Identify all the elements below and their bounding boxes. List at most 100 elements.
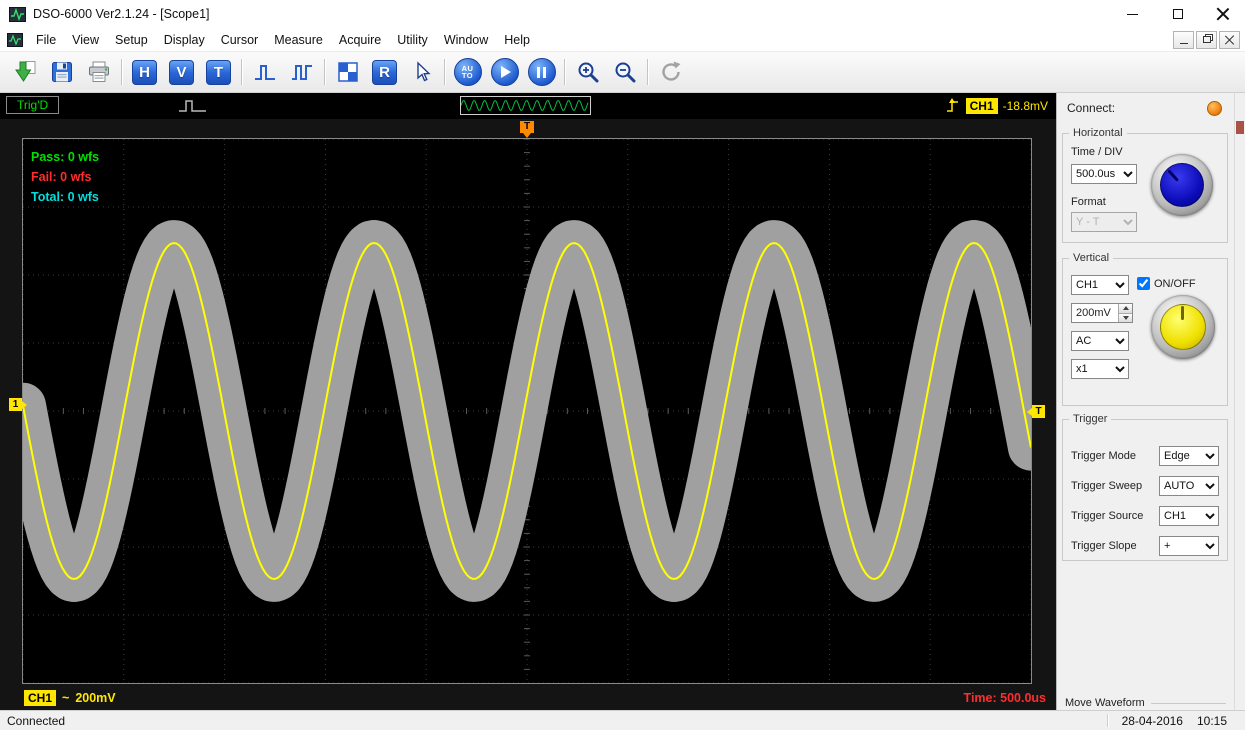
trigger-level-marker[interactable]: T: [1032, 405, 1045, 418]
menu-acquire[interactable]: Acquire: [331, 30, 389, 50]
volts-div-spinner[interactable]: 200mV: [1071, 303, 1133, 323]
run-button[interactable]: [486, 55, 523, 89]
trigger-source-label: Trigger Source: [1071, 510, 1143, 522]
trigger-group-title: Trigger: [1069, 413, 1111, 425]
time-div-select[interactable]: 500.0us: [1071, 164, 1137, 184]
trigger-status-badge: Trig'D: [6, 96, 59, 114]
vertical-setup-button[interactable]: V: [163, 55, 200, 89]
channel-onoff-checkbox[interactable]: [1137, 277, 1150, 290]
format-label: Format: [1071, 196, 1106, 208]
volts-div-value: 200mV: [1072, 304, 1118, 322]
maximize-icon: [1173, 9, 1183, 19]
channel-select[interactable]: CH1: [1071, 275, 1129, 295]
record-button[interactable]: R: [366, 55, 403, 89]
pause-button[interactable]: [523, 55, 560, 89]
cursor-measure-button[interactable]: [403, 55, 440, 89]
zoom-in-icon: [575, 59, 601, 85]
channel1-position-marker[interactable]: 1: [9, 398, 22, 411]
menu-display[interactable]: Display: [156, 30, 213, 50]
trigger-setup-icon: T: [206, 60, 231, 85]
trigger-group: Trigger Trigger Mode Edge Trigger Sweep …: [1062, 419, 1228, 561]
autoset-icon: AUTO: [454, 58, 482, 86]
spinner-up-button[interactable]: [1119, 304, 1132, 314]
mdi-restore-button[interactable]: [1196, 31, 1217, 49]
workspace: Trig'D CH1 -18.8mV T Pass: 0 wfs: [0, 93, 1245, 710]
horizontal-setup-icon: H: [132, 60, 157, 85]
vertical-group-title: Vertical: [1069, 252, 1113, 264]
toolbar-separator: [121, 59, 122, 85]
autoset-button[interactable]: AUTO: [449, 55, 486, 89]
mdi-close-button[interactable]: [1219, 31, 1240, 49]
horizontal-knob[interactable]: [1151, 154, 1213, 216]
save-icon: [50, 60, 74, 84]
menu-measure[interactable]: Measure: [266, 30, 331, 50]
minimize-button[interactable]: [1110, 0, 1155, 28]
pass-fail-button[interactable]: [329, 55, 366, 89]
menu-cursor[interactable]: Cursor: [213, 30, 267, 50]
scope-region: Trig'D CH1 -18.8mV T Pass: 0 wfs: [0, 93, 1056, 710]
trigger-source-select[interactable]: CH1: [1159, 506, 1219, 526]
scope-plot-svg: [23, 139, 1031, 683]
scope-graticule: Pass: 0 wfs Fail: 0 wfs Total: 0 wfs 1 T: [22, 138, 1032, 684]
scope-status-strip: Trig'D CH1 -18.8mV: [0, 93, 1056, 119]
horizontal-setup-button[interactable]: H: [126, 55, 163, 89]
close-icon: [1216, 7, 1230, 21]
coupling-select[interactable]: AC: [1071, 331, 1129, 351]
print-button[interactable]: [80, 55, 117, 89]
zoom-in-button[interactable]: [569, 55, 606, 89]
save-button[interactable]: [43, 55, 80, 89]
scope-document-icon: [7, 33, 23, 47]
vertical-setup-icon: V: [169, 60, 194, 85]
move-waveform-section: Move Waveform: [1065, 697, 1226, 709]
minimize-icon: [1127, 14, 1138, 15]
mdi-restore-icon: [1203, 36, 1211, 43]
toolbar-separator: [324, 59, 325, 85]
toolbar-separator: [647, 59, 648, 85]
horizontal-group: Horizontal Time / DIV 500.0us Format Y -…: [1062, 133, 1228, 243]
menu-help[interactable]: Help: [496, 30, 538, 50]
control-panel: Connect: Horizontal Time / DIV 500.0us F…: [1056, 93, 1234, 710]
trigger-position-marker[interactable]: T: [520, 121, 534, 133]
panel-scrollbar[interactable]: [1234, 93, 1245, 710]
format-select[interactable]: Y - T: [1071, 212, 1137, 232]
trigger-slope-select[interactable]: +: [1159, 536, 1219, 556]
maximize-button[interactable]: [1155, 0, 1200, 28]
menu-view[interactable]: View: [64, 30, 107, 50]
connect-label: Connect:: [1067, 101, 1115, 115]
pulse-icon: [253, 60, 277, 84]
pulse-train-button[interactable]: [283, 55, 320, 89]
menu-utility[interactable]: Utility: [389, 30, 436, 50]
menu-setup[interactable]: Setup: [107, 30, 156, 50]
trigger-setup-button[interactable]: T: [200, 55, 237, 89]
close-button[interactable]: [1200, 0, 1245, 28]
trigger-sweep-select[interactable]: AUTO: [1159, 476, 1219, 496]
menu-file[interactable]: File: [28, 30, 64, 50]
window-title: DSO-6000 Ver2.1.24 - [Scope1]: [33, 7, 210, 21]
connect-status-indicator: [1207, 101, 1222, 116]
menu-window[interactable]: Window: [436, 30, 496, 50]
scrollbar-thumb[interactable]: [1236, 121, 1244, 134]
trigger-mode-label: Trigger Mode: [1071, 450, 1136, 462]
toolbar-separator: [444, 59, 445, 85]
play-icon: [491, 58, 519, 86]
status-time: 10:15: [1197, 714, 1227, 728]
print-icon: [87, 60, 111, 84]
vertical-knob[interactable]: [1151, 295, 1215, 359]
toolbar-separator: [241, 59, 242, 85]
pulse-measure-button[interactable]: [246, 55, 283, 89]
toolbar-separator: [564, 59, 565, 85]
statusbar-separator: [1107, 714, 1108, 727]
import-button[interactable]: [6, 55, 43, 89]
toolbar: H V T R AUTO: [0, 52, 1245, 93]
sync-button[interactable]: [652, 55, 689, 89]
spinner-down-button[interactable]: [1119, 314, 1132, 323]
sync-icon: [658, 59, 684, 85]
probe-select[interactable]: x1: [1071, 359, 1129, 379]
zoom-out-button[interactable]: [606, 55, 643, 89]
trigger-mode-select[interactable]: Edge: [1159, 446, 1219, 466]
pass-fail-mask: [23, 243, 1031, 579]
channel-onoff-toggle[interactable]: ON/OFF: [1137, 277, 1196, 290]
volts-per-div-label: 200mV: [75, 691, 115, 705]
mdi-minimize-button[interactable]: [1173, 31, 1194, 49]
onoff-label: ON/OFF: [1154, 278, 1196, 290]
